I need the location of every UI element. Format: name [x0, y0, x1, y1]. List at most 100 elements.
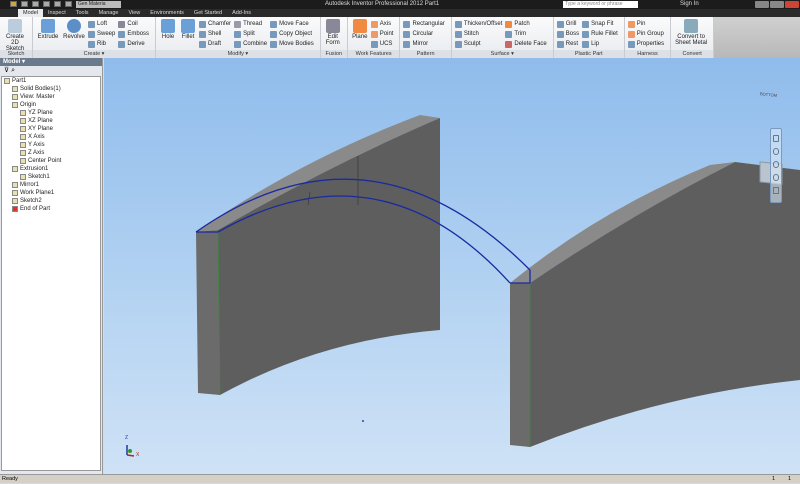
open-icon[interactable] [32, 1, 39, 7]
trim-button[interactable]: Trim [505, 29, 546, 39]
sign-in-link[interactable]: Sign In [680, 1, 699, 7]
move-face-button[interactable]: Move Face [270, 19, 314, 29]
tab-tools[interactable]: Tools [71, 9, 94, 17]
tab-view[interactable]: View [123, 9, 145, 17]
copy-object-button[interactable]: Copy Object [270, 29, 314, 39]
tree-node[interactable]: Sketch1 [2, 173, 100, 181]
plane-button[interactable]: Plane [351, 19, 369, 40]
sweep-button[interactable]: Sweep [88, 29, 115, 39]
lip-button[interactable]: Lip [582, 39, 618, 49]
tree-node[interactable]: Center Point [2, 157, 100, 165]
coil-button[interactable]: Coil [118, 19, 149, 29]
find-icon[interactable]: ⌕ [11, 67, 15, 74]
zoom-icon[interactable] [773, 161, 779, 168]
emboss-button[interactable]: Emboss [118, 29, 149, 39]
look-at-icon[interactable] [773, 187, 779, 194]
mirror-button[interactable]: Mirror [403, 39, 444, 49]
save-icon[interactable] [43, 1, 50, 7]
tree-node[interactable]: End of Part [2, 205, 100, 213]
move-bodies-button[interactable]: Move Bodies [270, 39, 314, 49]
tab-manage[interactable]: Manage [94, 9, 124, 17]
chamfer-button[interactable]: Chamfer [199, 19, 231, 29]
properties-button[interactable]: Properties [627, 39, 664, 49]
snap-fit-button[interactable]: Snap Fit [582, 19, 618, 29]
loft-button[interactable]: Loft [88, 19, 115, 29]
tree-node-label: Part1 [12, 78, 27, 84]
tab-get-started[interactable]: Get Started [189, 9, 227, 17]
graphics-viewport[interactable]: BOTTOM Z X [104, 58, 800, 474]
rest-button[interactable]: Rest [556, 39, 579, 49]
revolve-button[interactable]: Revolve [62, 19, 86, 40]
panel-label[interactable]: Modify ▾ [156, 50, 320, 58]
panel-label[interactable]: Surface ▾ [451, 50, 553, 58]
tree-node[interactable]: Z Axis [2, 149, 100, 157]
hole-button[interactable]: Hole [159, 19, 177, 40]
filter-icon[interactable]: ⊽ [4, 67, 9, 74]
tree-node[interactable]: Extrusion1 [2, 165, 100, 173]
app-menu-icon[interactable] [10, 1, 17, 7]
boss-button[interactable]: Boss [556, 29, 579, 39]
tab-inspect[interactable]: Inspect [43, 9, 71, 17]
axis-button[interactable]: Axis [370, 19, 394, 29]
tree-node-label: XY Plane [28, 126, 53, 132]
tree-node[interactable]: Part1 [2, 77, 100, 85]
circular-button[interactable]: Circular [403, 29, 444, 39]
pan-icon[interactable] [773, 148, 779, 155]
model-canvas[interactable] [104, 58, 800, 474]
convert-panel: Convert to Sheet Metal Convert [671, 17, 715, 58]
close-button[interactable] [785, 1, 799, 8]
tab-environments[interactable]: Environments [145, 9, 189, 17]
extrude-button[interactable]: Extrude [36, 19, 60, 40]
steering-wheel-icon[interactable] [773, 135, 779, 142]
split-button[interactable]: Split [234, 29, 267, 39]
ucs-button[interactable]: UCS [370, 39, 394, 49]
stitch-button[interactable]: Stitch [454, 29, 503, 39]
rectangular-button[interactable]: Rectangular [403, 19, 445, 29]
point-button[interactable]: Point [370, 29, 393, 39]
shell-button[interactable]: Shell [199, 29, 231, 39]
tree-node[interactable]: Mirror1 [2, 181, 100, 189]
orbit-icon[interactable] [773, 174, 779, 181]
harness-panel: Pin Pin Group Properties Harness [624, 17, 672, 58]
tree-node[interactable]: Y Axis [2, 141, 100, 149]
derive-button[interactable]: Derive [118, 39, 149, 49]
material-select[interactable]: Gen Materia [76, 1, 121, 8]
tree-node[interactable]: Sketch2 [2, 197, 100, 205]
sculpt-button[interactable]: Sculpt [454, 39, 503, 49]
grill-button[interactable]: Grill [556, 19, 579, 29]
minimize-button[interactable] [755, 1, 769, 8]
undo-icon[interactable] [54, 1, 61, 7]
draft-button[interactable]: Draft [199, 39, 231, 49]
thread-button[interactable]: Thread [234, 19, 267, 29]
new-icon[interactable] [21, 1, 28, 7]
thicken-offset-button[interactable]: Thicken/Offset [454, 19, 502, 29]
navigation-bar[interactable] [770, 128, 782, 203]
tree-node[interactable]: XZ Plane [2, 117, 100, 125]
thread-icon [234, 20, 242, 28]
panel-label[interactable]: Create ▾ [33, 50, 156, 58]
tree-node[interactable]: XY Plane [2, 125, 100, 133]
patch-button[interactable]: Patch [505, 19, 546, 29]
combine-button[interactable]: Combine [234, 39, 267, 49]
fillet-button[interactable]: Fillet [179, 19, 197, 40]
tree-node[interactable]: View: Master [2, 93, 100, 101]
rib-button[interactable]: Rib [88, 39, 115, 49]
pin-button[interactable]: Pin [627, 19, 664, 29]
search-input[interactable]: Type a keyword or phrase [563, 1, 638, 8]
browser-title[interactable]: Model ▾ [0, 58, 102, 66]
tree-node[interactable]: Solid Bodies(1) [2, 85, 100, 93]
tree-node[interactable]: YZ Plane [2, 109, 100, 117]
tree-node[interactable]: Origin [2, 101, 100, 109]
delete-face-button[interactable]: Delete Face [505, 39, 547, 49]
convert-to-sheet-metal-button[interactable]: Convert to Sheet Metal [674, 19, 708, 46]
tree-node[interactable]: Work Plane1 [2, 189, 100, 197]
pin-group-button[interactable]: Pin Group [627, 29, 664, 39]
tab-model[interactable]: Model [18, 9, 43, 17]
tree-node[interactable]: X Axis [2, 133, 100, 141]
rule-fillet-button[interactable]: Rule Fillet [582, 29, 618, 39]
edit-form-button[interactable]: Edit Form [324, 19, 342, 46]
maximize-button[interactable] [770, 1, 784, 8]
redo-icon[interactable] [65, 1, 72, 7]
tab-add-ins[interactable]: Add-Ins [227, 9, 256, 17]
create-2d-sketch-button[interactable]: Create 2D Sketch [3, 19, 27, 52]
